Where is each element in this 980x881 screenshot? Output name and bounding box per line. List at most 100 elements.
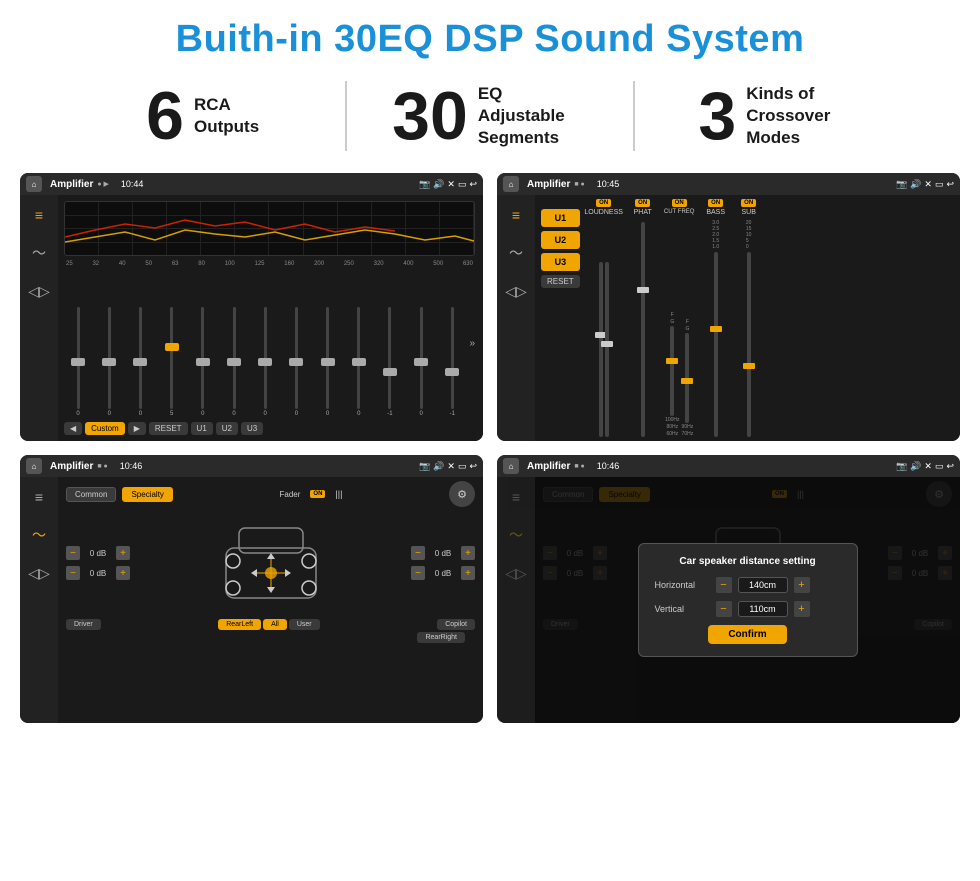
db-control-fl: − 0 dB + — [66, 546, 130, 560]
stats-row: 6 RCAOutputs 30 EQ AdjustableSegments 3 … — [0, 71, 980, 165]
preset-u3[interactable]: U3 — [541, 253, 580, 271]
time-3: 10:46 — [120, 461, 143, 471]
zone-user[interactable]: User — [289, 619, 320, 630]
db-plus-rl[interactable]: + — [116, 566, 130, 580]
eq-reset-btn[interactable]: RESET — [149, 422, 188, 435]
sidebar-speaker-icon-2[interactable]: ◁▷ — [502, 277, 530, 305]
home-icon-4[interactable]: ⌂ — [503, 458, 519, 474]
db-plus-rr[interactable]: + — [461, 566, 475, 580]
zone-all[interactable]: All — [263, 619, 287, 630]
phat-label: PHAT — [634, 209, 652, 216]
sidebar-wave-icon-3[interactable]: 〜 — [25, 521, 53, 549]
eq-prev-btn[interactable]: ◀ — [64, 422, 82, 435]
sidebar-speaker-icon-3[interactable]: ◁▷ — [25, 559, 53, 587]
db-control-fr: − 0 dB + — [411, 546, 475, 560]
db-minus-rl[interactable]: − — [66, 566, 80, 580]
confirm-button[interactable]: Confirm — [708, 625, 786, 644]
eq-slider-3[interactable]: 5 — [158, 307, 186, 417]
eq-custom-btn[interactable]: Custom — [85, 422, 125, 435]
fader-label: Fader — [280, 490, 301, 499]
vertical-value: 110cm — [738, 601, 788, 617]
sidebar-eq-icon-3[interactable]: ≡ — [25, 483, 53, 511]
horizontal-value: 140cm — [738, 577, 788, 593]
eq-sliders-row: 0 0 0 — [64, 268, 475, 419]
vertical-plus-btn[interactable]: + — [794, 601, 810, 617]
stat-number-eq: 30 — [392, 82, 468, 150]
bass-label: BASS — [706, 209, 725, 216]
eq-u2-btn[interactable]: U2 — [216, 422, 238, 435]
eq-slider-5[interactable]: 0 — [220, 307, 248, 417]
home-icon-3[interactable]: ⌂ — [26, 458, 42, 474]
eq-u3-btn[interactable]: U3 — [241, 422, 263, 435]
settings-icon[interactable]: ⚙ — [449, 481, 475, 507]
tab-specialty[interactable]: Specialty — [122, 487, 172, 502]
horizontal-minus-btn[interactable]: − — [716, 577, 732, 593]
screen3-content: ≡ 〜 ◁▷ Common Specialty Fader ON ||| ⚙ — [20, 477, 483, 723]
status-bar-4: ⌂ Amplifier ■ ● 10:46 📷🔊✕▭↩ — [497, 455, 960, 477]
horizontal-plus-btn[interactable]: + — [794, 577, 810, 593]
tab-common[interactable]: Common — [66, 487, 116, 502]
stat-number-crossover: 3 — [698, 82, 736, 150]
vertical-minus-btn[interactable]: − — [716, 601, 732, 617]
db-minus-rr[interactable]: − — [411, 566, 425, 580]
sidebar-speaker-icon[interactable]: ◁▷ — [25, 277, 53, 305]
eq-slider-8[interactable]: 0 — [314, 307, 342, 417]
eq-slider-6[interactable]: 0 — [251, 307, 279, 417]
stat-desc-rca: RCAOutputs — [194, 94, 259, 138]
eq-u1-btn[interactable]: U1 — [191, 422, 213, 435]
screen-eq: ⌂ Amplifier ● ▶ 10:44 📷🔊✕▭↩ ≡ 〜 ◁▷ — [20, 173, 483, 441]
status-bar-2: ⌂ Amplifier ■ ● 10:45 📷🔊✕▭↩ — [497, 173, 960, 195]
vertical-label: Vertical — [655, 604, 710, 614]
preset-u1[interactable]: U1 — [541, 209, 580, 227]
screen2-content: ≡ 〜 ◁▷ U1 U2 U3 RESET ON LOUDNESS — [497, 195, 960, 441]
db-minus-fl[interactable]: − — [66, 546, 80, 560]
sidebar-eq-icon[interactable]: ≡ — [25, 201, 53, 229]
db-minus-fr[interactable]: − — [411, 546, 425, 560]
sidebar-4: ≡ 〜 ◁▷ — [497, 477, 535, 723]
zone-rearright[interactable]: RearRight — [417, 632, 465, 643]
eq-slider-4[interactable]: 0 — [189, 307, 217, 417]
db-value-fl: 0 dB — [83, 549, 113, 558]
db-control-rl: − 0 dB + — [66, 566, 130, 580]
bass-on-badge: ON — [708, 199, 723, 207]
screen-fader: ⌂ Amplifier ■ ● 10:46 📷🔊✕▭↩ ≡ 〜 ◁▷ Commo… — [20, 455, 483, 723]
sidebar-1: ≡ 〜 ◁▷ — [20, 195, 58, 441]
preset-u2[interactable]: U2 — [541, 231, 580, 249]
eq-slider-7[interactable]: 0 — [282, 307, 310, 417]
dialog-vertical-row: Vertical − 110cm + — [655, 601, 841, 617]
stat-rca: 6 RCAOutputs — [60, 82, 345, 150]
eq-slider-2[interactable]: 0 — [126, 307, 154, 417]
crossover-presets: U1 U2 U3 RESET — [541, 199, 580, 437]
crossover-reset-btn[interactable]: RESET — [541, 275, 580, 288]
sub-on-badge: ON — [741, 199, 756, 207]
eq-slider-12[interactable]: -1 — [438, 307, 466, 417]
eq-slider-11[interactable]: 0 — [407, 307, 435, 417]
dialog-overlay: Car speaker distance setting Horizontal … — [535, 477, 960, 723]
sidebar-wave-icon-2[interactable]: 〜 — [502, 239, 530, 267]
eq-play-btn[interactable]: ▶ — [128, 422, 146, 435]
app-name-4: Amplifier — [527, 461, 570, 472]
sidebar-eq-icon-2[interactable]: ≡ — [502, 201, 530, 229]
zone-rearleft[interactable]: RearLeft — [218, 619, 261, 630]
sidebar-speaker-icon-4: ◁▷ — [502, 559, 530, 587]
db-plus-fl[interactable]: + — [116, 546, 130, 560]
home-icon-1[interactable]: ⌂ — [26, 176, 42, 192]
eq-slider-1[interactable]: 0 — [95, 307, 123, 417]
status-icons-1: 📷🔊✕▭↩ — [419, 179, 477, 190]
loudness-on-badge: ON — [596, 199, 611, 207]
db-plus-fr[interactable]: + — [461, 546, 475, 560]
stat-eq: 30 EQ AdjustableSegments — [347, 82, 632, 150]
eq-slider-10[interactable]: -1 — [376, 307, 404, 417]
sidebar-wave-icon[interactable]: 〜 — [25, 239, 53, 267]
stat-crossover: 3 Kinds ofCrossover Modes — [635, 82, 920, 150]
zone-copilot[interactable]: Copilot — [437, 619, 475, 630]
eq-slider-0[interactable]: 0 — [64, 307, 92, 417]
status-icons-4: 📷🔊✕▭↩ — [896, 461, 954, 472]
home-icon-2[interactable]: ⌂ — [503, 176, 519, 192]
time-2: 10:45 — [597, 179, 620, 189]
sidebar-eq-icon-4: ≡ — [502, 483, 530, 511]
zone-driver[interactable]: Driver — [66, 619, 101, 630]
eq-slider-9[interactable]: 0 — [345, 307, 373, 417]
screen-crossover: ⌂ Amplifier ■ ● 10:45 📷🔊✕▭↩ ≡ 〜 ◁▷ U1 U2… — [497, 173, 960, 441]
db-value-fr: 0 dB — [428, 549, 458, 558]
